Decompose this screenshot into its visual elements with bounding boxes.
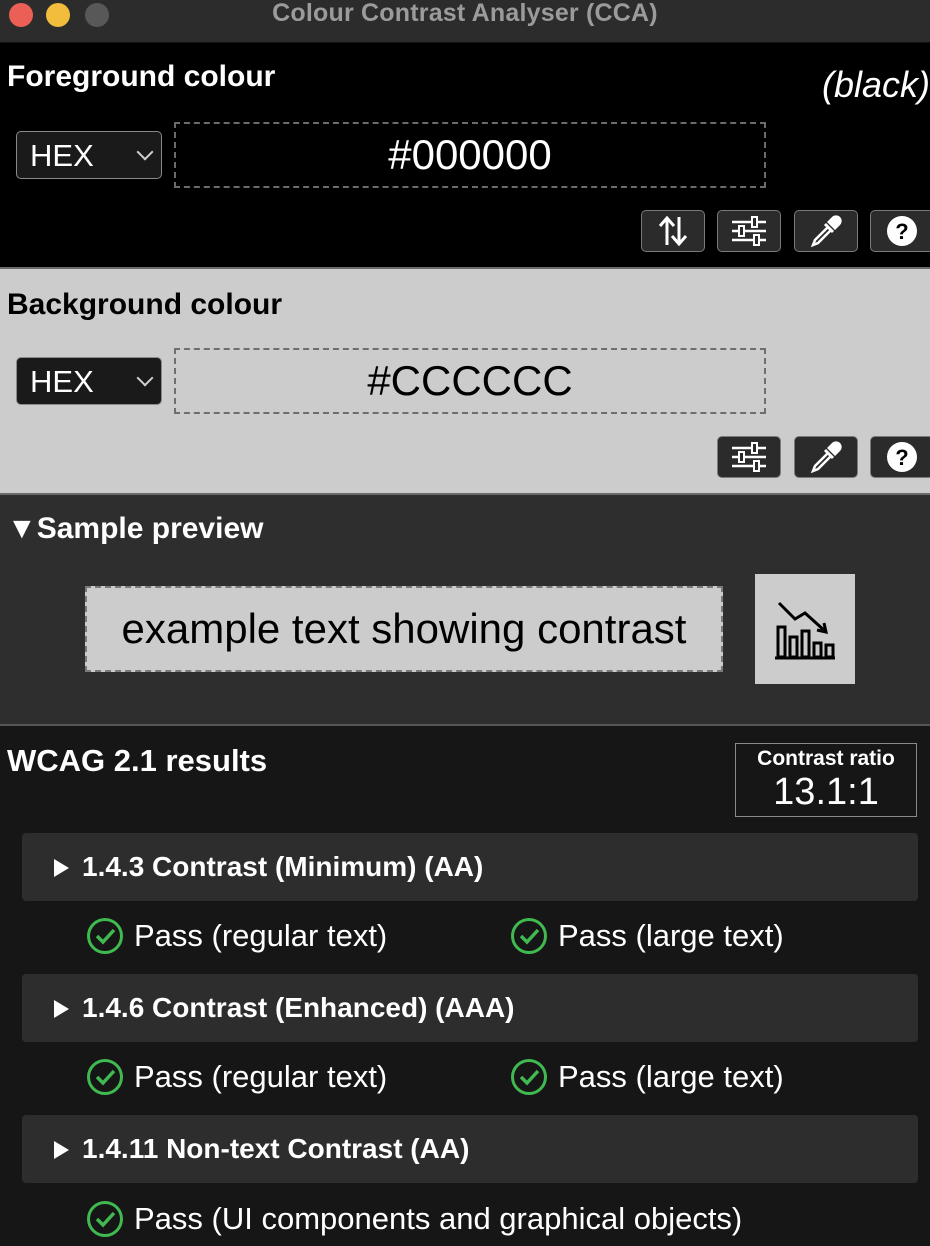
foreground-sliders-button[interactable] (717, 210, 781, 252)
sliders-icon (732, 442, 766, 472)
foreground-format-value: HEX (30, 138, 94, 173)
background-format-value: HEX (30, 364, 94, 399)
result-text: Pass (regular text) (134, 1059, 388, 1094)
check-circle-icon (511, 1059, 547, 1095)
foreground-format-select[interactable]: HEX (16, 131, 162, 179)
sliders-icon (732, 216, 766, 246)
results-title: WCAG 2.1 results (7, 743, 268, 778)
triangle-right-icon (54, 1141, 69, 1159)
check-circle-icon (87, 1059, 123, 1095)
background-sliders-button[interactable] (717, 436, 781, 478)
background-hex-input[interactable]: #CCCCCC (174, 348, 766, 414)
background-title: Background colour (7, 288, 283, 321)
criterion-1-4-11-toggle[interactable]: 1.4.11 Non-text Contrast (AA) (22, 1115, 918, 1183)
result-pass: Pass (regular text) (86, 917, 387, 955)
svg-text:?: ? (895, 219, 908, 244)
title-bar: Colour Contrast Analyser (CCA) (0, 0, 930, 43)
triangle-right-icon (54, 859, 69, 877)
result-text: Pass (UI components and graphical object… (134, 1201, 743, 1236)
criterion-label: 1.4.6 Contrast (Enhanced) (AAA) (82, 992, 515, 1023)
criterion-1-4-6-toggle[interactable]: 1.4.6 Contrast (Enhanced) (AAA) (22, 974, 918, 1042)
chart-icon (775, 601, 835, 660)
criterion-label: 1.4.11 Non-text Contrast (AA) (82, 1133, 470, 1164)
criterion-1-4-3-toggle[interactable]: 1.4.3 Contrast (Minimum) (AA) (22, 833, 918, 901)
check-circle-icon (87, 1201, 123, 1237)
criterion-label: 1.4.3 Contrast (Minimum) (AA) (82, 851, 484, 882)
result-text: Pass (large text) (558, 918, 784, 953)
chevron-down-icon (136, 143, 154, 161)
result-pass: Pass (regular text) (86, 1058, 387, 1096)
svg-text:?: ? (895, 445, 908, 470)
check-circle-icon (87, 918, 123, 954)
foreground-section: Foreground colour (black) HEX #000000 ? (0, 43, 930, 269)
foreground-hex-input[interactable]: #000000 (174, 122, 766, 188)
results-section: WCAG 2.1 results Contrast ratio 13.1:1 1… (0, 726, 930, 1246)
foreground-title: Foreground colour (7, 60, 276, 93)
sample-preview-toggle[interactable]: ▼Sample preview (7, 512, 263, 546)
contrast-ratio-label: Contrast ratio (757, 747, 895, 770)
swap-colours-button[interactable] (641, 210, 705, 252)
eyedropper-icon (810, 441, 842, 474)
background-eyedropper-button[interactable] (794, 436, 858, 478)
result-text: Pass (large text) (558, 1059, 784, 1094)
foreground-eyedropper-button[interactable] (794, 210, 858, 252)
contrast-ratio-value: 13.1:1 (773, 771, 879, 813)
background-help-button[interactable]: ? (870, 436, 930, 478)
window-title: Colour Contrast Analyser (CCA) (272, 0, 658, 27)
sample-preview-section: ▼Sample preview example text showing con… (0, 495, 930, 726)
triangle-down-icon: ▼ (7, 512, 37, 545)
foreground-help-button[interactable]: ? (870, 210, 930, 252)
sample-preview-title: Sample preview (36, 512, 264, 545)
help-icon: ? (887, 442, 917, 472)
result-text: Pass (regular text) (134, 918, 388, 953)
contrast-ratio-box: Contrast ratio 13.1:1 (735, 743, 917, 817)
check-circle-icon (511, 918, 547, 954)
sample-text-preview: example text showing contrast (85, 586, 723, 672)
chevron-down-icon (136, 369, 154, 387)
contrast-chart-button[interactable] (755, 574, 855, 684)
background-format-select[interactable]: HEX (16, 357, 162, 405)
foreground-color-name: (black) (821, 64, 930, 105)
help-icon: ? (887, 216, 917, 246)
swap-icon (658, 215, 688, 247)
result-pass: Pass (large text) (510, 917, 784, 955)
triangle-right-icon (54, 1000, 69, 1018)
result-pass: Pass (UI components and graphical object… (86, 1200, 742, 1238)
eyedropper-icon (810, 215, 842, 248)
result-pass: Pass (large text) (510, 1058, 784, 1096)
background-section: Background colour HEX #CCCCCC ? (0, 269, 930, 495)
